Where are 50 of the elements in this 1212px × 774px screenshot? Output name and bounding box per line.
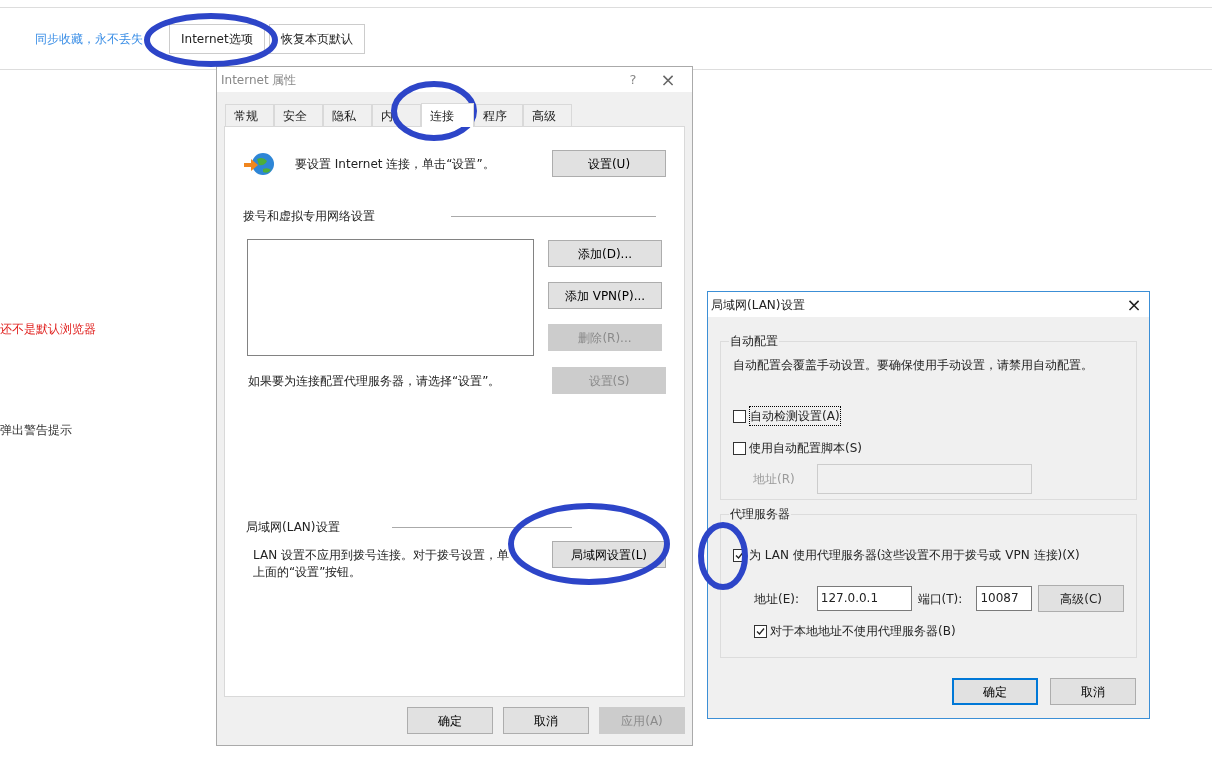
close-button[interactable]: × <box>1119 295 1149 314</box>
lan-description: 上面的“设置”按钮。 <box>253 564 363 581</box>
page-button[interactable]: 恢复本页默认 <box>268 23 365 54</box>
globe-icon <box>243 150 277 177</box>
window-title: Internet 属性 <box>221 71 298 89</box>
section-heading: 局域网(LAN)设置 <box>246 519 340 536</box>
port-field[interactable]: 10087 <box>976 586 1033 611</box>
window-title: 局域网(LAN)设置 <box>711 296 806 314</box>
warning-text: 还不是默认浏览器 <box>0 322 96 336</box>
section-heading: 拨号和虚拟专用网络设置 <box>243 208 375 225</box>
connection-list[interactable] <box>247 239 534 356</box>
dialog-button[interactable]: 确定 <box>952 678 1038 705</box>
checkbox-label: 对于本地地址不使用代理服务器(B) <box>770 623 956 640</box>
group-title: 代理服务器 <box>729 505 791 523</box>
sync-link[interactable]: 同步收藏，永不丢失 <box>35 29 143 48</box>
close-button[interactable]: × <box>648 70 688 89</box>
tab[interactable]: 高级 <box>523 104 572 126</box>
annotation-ellipse <box>698 522 748 590</box>
tab[interactable]: 连接 <box>421 103 474 127</box>
group-title: 自动配置 <box>729 332 779 350</box>
checkbox-label: 自动检测设置(A) <box>749 406 841 426</box>
field-label: 地址(E): <box>754 590 800 608</box>
field-label: 端口(T): <box>917 590 964 608</box>
setting-label: 弹出警告提示 <box>0 423 72 437</box>
dialog-button[interactable]: 取消 <box>503 707 589 734</box>
setup-button[interactable]: 设置(U) <box>552 150 666 177</box>
page-button[interactable]: Internet选项 <box>169 23 265 54</box>
vpn-button[interactable]: 添加 VPN(P)... <box>548 282 662 309</box>
tab[interactable]: 常规 <box>225 104 274 126</box>
proxy-address-field[interactable]: 127.0.0.1 <box>816 586 912 611</box>
checkbox[interactable] <box>733 441 746 455</box>
field-label: 地址(R) <box>753 471 796 488</box>
checkbox-label: 为 LAN 使用代理服务器(这些设置不用于拨号或 VPN 连接)(X) <box>749 547 1080 564</box>
advanced-button[interactable]: 高级(C) <box>1038 585 1124 612</box>
dialog-button[interactable]: 确定 <box>407 707 493 734</box>
dialog-button[interactable]: 取消 <box>1050 678 1136 705</box>
help-button[interactable]: ? <box>618 69 648 90</box>
script-address-field[interactable] <box>817 464 1032 494</box>
checkbox-label: 使用自动配置脚本(S) <box>749 440 862 457</box>
group-description: 自动配置会覆盖手动设置。要确保使用手动设置，请禁用自动配置。 <box>733 357 1094 374</box>
tab[interactable]: 安全 <box>274 104 323 126</box>
tab[interactable]: 程序 <box>474 104 523 126</box>
tab[interactable]: 隐私 <box>323 104 372 126</box>
lan-settings-button[interactable]: 局域网设置(L) <box>552 541 666 568</box>
lan-description: LAN 设置不应用到拨号连接。对于拨号设置，单 <box>253 547 510 564</box>
vpn-button[interactable]: 添加(D)... <box>548 240 662 267</box>
proxy-hint: 如果要为连接配置代理服务器，请选择“设置”。 <box>248 372 502 390</box>
setup-text: 要设置 Internet 连接，单击“设置”。 <box>295 155 496 173</box>
checkbox[interactable] <box>754 624 767 638</box>
checkbox[interactable] <box>733 409 746 423</box>
